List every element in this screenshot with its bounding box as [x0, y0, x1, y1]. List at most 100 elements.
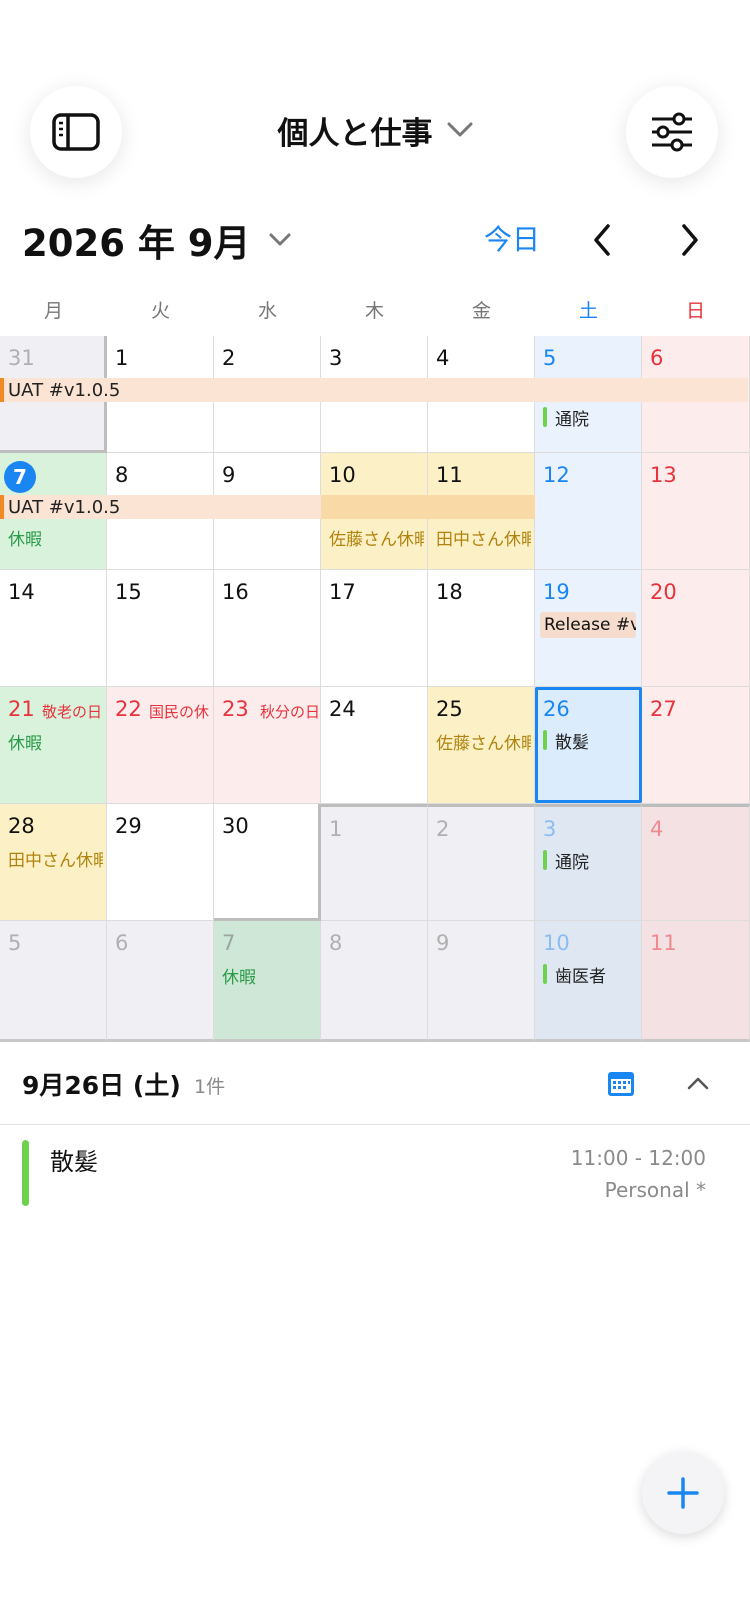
- day-cell[interactable]: 12: [535, 453, 642, 570]
- day-number: 11: [436, 463, 463, 487]
- month-grid: 3 1 1 2 3 4 5 通院 6 UAT #v1.0.5 7 休暇 8 9 1…: [0, 336, 750, 1042]
- day-number: 6: [650, 346, 664, 370]
- event-calendar-name: Personal *: [604, 1178, 706, 1202]
- chevron-up-icon[interactable]: [686, 1072, 710, 1094]
- day-cell[interactable]: 7 休暇: [214, 921, 321, 1042]
- day-number: 21: [8, 697, 35, 721]
- multiday-event-label: UAT #v1.0.5: [8, 496, 121, 518]
- event-label: 歯医者: [555, 966, 606, 987]
- day-number: 1: [115, 346, 129, 370]
- vacation-event[interactable]: 田中さん休暇: [436, 525, 531, 550]
- month-title[interactable]: 2026 年 9月: [22, 212, 291, 268]
- day-cell[interactable]: 29: [107, 804, 214, 921]
- day-number: 9: [436, 931, 450, 955]
- day-number: 12: [543, 463, 570, 487]
- weekday-fri: 金: [471, 300, 491, 322]
- event-chip[interactable]: 通院: [543, 849, 589, 873]
- selected-date-title: 9月26日 (土): [22, 1071, 181, 1100]
- event-accent: [0, 495, 4, 519]
- day-cell[interactable]: 10 歯医者: [535, 921, 642, 1042]
- day-number: 2: [222, 346, 236, 370]
- day-cell[interactable]: 13: [642, 453, 750, 570]
- day-number: 3: [543, 817, 557, 841]
- vacation-event[interactable]: 田中さん休暇: [8, 846, 103, 871]
- selected-day-outline: [535, 687, 642, 803]
- calendar-icon[interactable]: [606, 1068, 636, 1098]
- day-number: 19: [543, 580, 570, 604]
- day-number: 29: [115, 814, 142, 838]
- vacation-event[interactable]: 佐藤さん休暇: [436, 729, 531, 754]
- vacation-event[interactable]: 佐藤さん休暇: [329, 525, 424, 550]
- day-cell[interactable]: 2: [428, 804, 535, 921]
- add-event-button[interactable]: [642, 1452, 724, 1534]
- day-number: 22: [115, 697, 142, 721]
- day-cell[interactable]: 28 田中さん休暇: [0, 804, 107, 921]
- day-cell[interactable]: 25 佐藤さん休暇: [428, 687, 535, 804]
- day-number: 11: [650, 931, 677, 955]
- event-time: 11:00 - 12:00: [570, 1146, 706, 1170]
- day-cell[interactable]: 14: [0, 570, 107, 687]
- day-number: 28: [8, 814, 35, 838]
- day-number: 14: [8, 580, 35, 604]
- day-cell[interactable]: 17: [321, 570, 428, 687]
- day-number: 24: [329, 697, 356, 721]
- day-number: 17: [329, 580, 356, 604]
- event-chip[interactable]: 通院: [543, 406, 589, 430]
- event-color-bar: [22, 1140, 29, 1206]
- day-cell[interactable]: 30: [214, 804, 321, 921]
- day-number: 30: [222, 814, 249, 838]
- event-list-item[interactable]: 散髪 11:00 - 12:00 Personal *: [0, 1134, 750, 1214]
- weekday-tue: 火: [150, 300, 170, 322]
- day-cell[interactable]: 6: [107, 921, 214, 1042]
- day-cell[interactable]: 27: [642, 687, 750, 804]
- vacation-event[interactable]: 休暇: [222, 963, 256, 988]
- event-label: 通院: [555, 409, 589, 430]
- day-cell[interactable]: 24: [321, 687, 428, 804]
- vacation-event[interactable]: 休暇: [8, 525, 42, 550]
- day-cell[interactable]: 3 通院: [535, 804, 642, 921]
- day-cell[interactable]: 9: [428, 921, 535, 1042]
- day-cell[interactable]: 5: [0, 921, 107, 1042]
- event-chip[interactable]: 歯医者: [543, 963, 606, 987]
- weekday-thu: 木: [364, 300, 384, 322]
- day-cell[interactable]: 15: [107, 570, 214, 687]
- holiday-name: 国民の休日: [149, 703, 211, 721]
- day-cell[interactable]: 20: [642, 570, 750, 687]
- day-number: 9: [222, 463, 236, 487]
- weekday-header: 月 火 水 木 金 土 日: [0, 296, 750, 326]
- day-cell[interactable]: 1: [321, 804, 428, 921]
- calendar-selector-label: 個人と仕事: [277, 115, 433, 152]
- day-number: 6: [115, 931, 129, 955]
- day-number: 13: [650, 463, 677, 487]
- weekday-sat: 土: [578, 300, 598, 322]
- day-number: 10: [543, 931, 570, 955]
- day-number: 1: [329, 817, 343, 841]
- day-number: 4: [650, 817, 664, 841]
- event-label: 通院: [555, 852, 589, 873]
- today-button[interactable]: 今日: [484, 218, 540, 258]
- day-cell[interactable]: 21 敬老の日 休暇: [0, 687, 107, 804]
- day-number: 27: [650, 697, 677, 721]
- day-number: 5: [543, 346, 557, 370]
- release-event-chip[interactable]: Release #v1.0.5: [540, 612, 636, 638]
- chevron-down-icon: [269, 233, 290, 246]
- vacation-event[interactable]: 休暇: [8, 729, 42, 754]
- month-title-label: 2026 年 9月: [22, 222, 251, 265]
- day-cell[interactable]: 8: [321, 921, 428, 1042]
- settings-filter-button[interactable]: [626, 86, 718, 178]
- holiday-name: 敬老の日: [42, 703, 102, 721]
- day-cell[interactable]: 16: [214, 570, 321, 687]
- day-cell[interactable]: 18: [428, 570, 535, 687]
- holiday-name: 秋分の日: [260, 703, 318, 721]
- day-number: 3: [329, 346, 343, 370]
- day-cell[interactable]: 22 国民の休日: [107, 687, 214, 804]
- day-cell[interactable]: 11: [642, 921, 750, 1042]
- day-number: 2: [436, 817, 450, 841]
- multiday-event-bar-overlap: [321, 495, 535, 519]
- day-cell[interactable]: 4: [642, 804, 750, 921]
- day-cell[interactable]: 23 秋分の日: [214, 687, 321, 804]
- day-number: 23: [222, 697, 249, 721]
- chevron-right-icon[interactable]: [676, 222, 704, 258]
- day-number: 5: [8, 931, 22, 955]
- chevron-left-icon[interactable]: [588, 222, 616, 258]
